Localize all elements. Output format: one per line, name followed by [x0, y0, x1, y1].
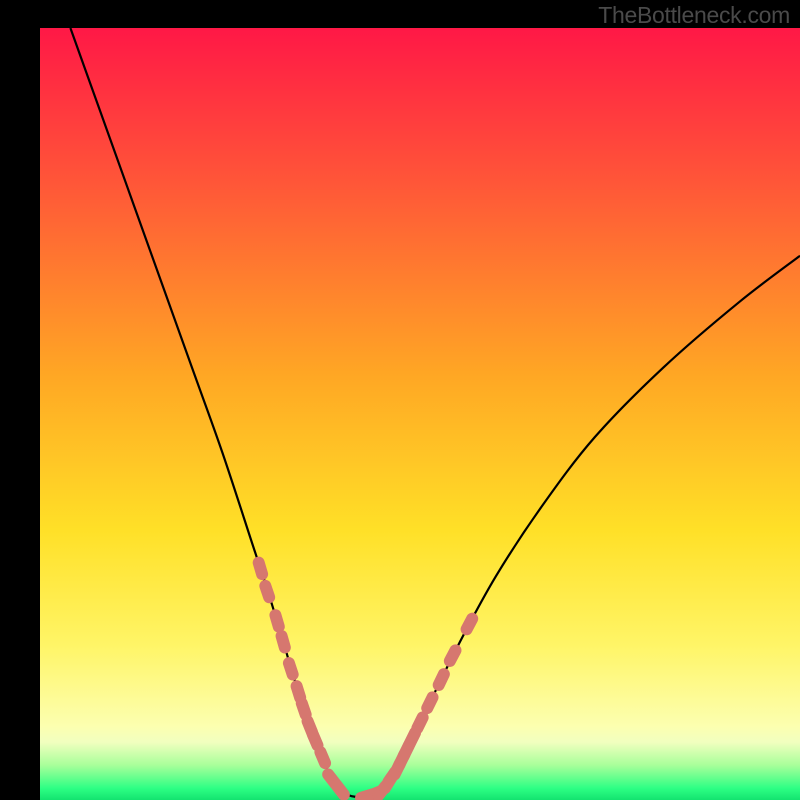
- watermark-text: TheBottleneck.com: [598, 2, 790, 29]
- gradient-background: [40, 28, 800, 800]
- bottleneck-chart: [40, 28, 800, 800]
- chart-svg: [40, 28, 800, 800]
